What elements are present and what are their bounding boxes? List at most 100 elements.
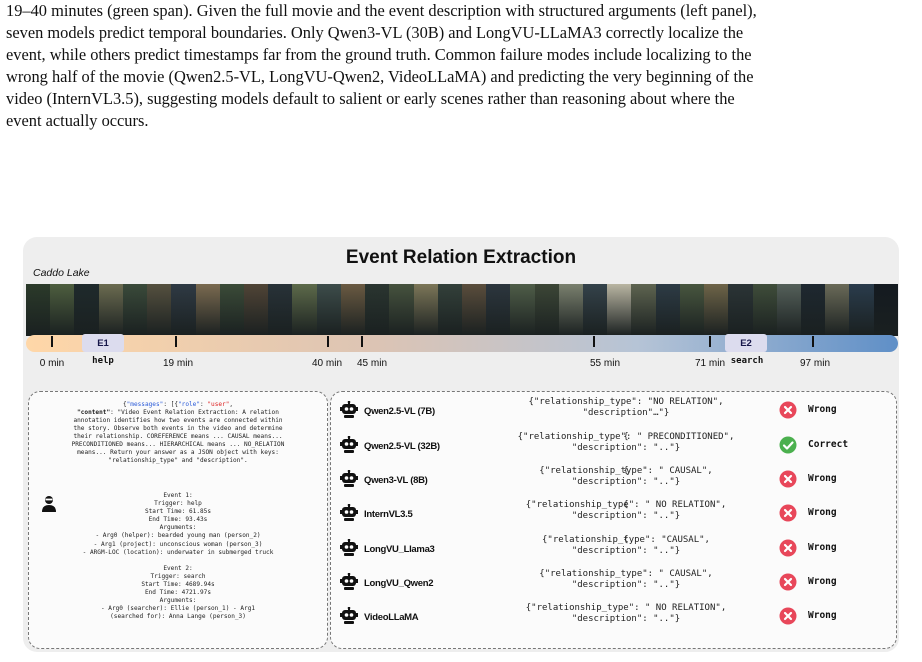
x-circle-icon bbox=[779, 401, 797, 424]
check-circle-icon bbox=[779, 436, 797, 459]
event-2-marker: E2 bbox=[725, 334, 767, 352]
event-line: Arguments: bbox=[159, 524, 197, 532]
film-frame bbox=[50, 284, 75, 336]
event-details: Event 1: Trigger: help Start Time: 61.85… bbox=[37, 492, 319, 621]
robot-icon bbox=[340, 435, 358, 459]
x-circle-icon bbox=[779, 504, 797, 527]
movie-filmstrip bbox=[26, 284, 898, 336]
event-1-label: help bbox=[92, 356, 114, 366]
model-name: InternVL3.5 bbox=[364, 509, 413, 520]
film-frame bbox=[292, 284, 317, 336]
tick-label: 40 min bbox=[311, 358, 343, 369]
content-line: "relationship_type" and "description". bbox=[108, 457, 248, 464]
event-line: Arguments: bbox=[159, 597, 197, 605]
result-label: Wrong bbox=[808, 542, 837, 553]
content-line: means... Return your answer as a JSON ob… bbox=[77, 449, 279, 456]
model-name: LongVU_Qwen2 bbox=[364, 578, 434, 589]
result-label: Wrong bbox=[808, 507, 837, 518]
film-frame bbox=[26, 284, 51, 336]
film-frame bbox=[558, 284, 584, 336]
figure-panel: Event Relation Extraction Caddo Lake E1 … bbox=[23, 237, 899, 652]
result-label: Wrong bbox=[808, 576, 837, 587]
event-line: Start Time: 61.85s bbox=[144, 508, 212, 516]
timeline-tick bbox=[327, 336, 329, 347]
event-line: Start Time: 4689.94s bbox=[141, 580, 215, 588]
event-1-marker: E1 bbox=[82, 334, 124, 352]
event-line: - ARGM-LOC (location): underwater in sub… bbox=[82, 548, 274, 556]
caption-line: 19–40 minutes (green span). Given the fu… bbox=[6, 1, 757, 20]
film-frame bbox=[873, 284, 898, 336]
event-line: - Arg0 (searcher): Ellie (person_1) - Ar… bbox=[100, 605, 256, 613]
model-json-output: {"relationship_type": " PRECONDITIONED",… bbox=[501, 432, 751, 453]
result-label: Wrong bbox=[808, 404, 837, 415]
film-frame bbox=[461, 284, 487, 336]
film-frame bbox=[316, 284, 341, 336]
caption-line: event, while others predict timestamps f… bbox=[6, 45, 752, 64]
model-json-output: {"relationship_type": " NO RELATION", "de… bbox=[501, 500, 751, 521]
model-outputs-panel: Qwen2.5-VL (7B) {"relationship_type": "NO… bbox=[330, 391, 897, 649]
json-line: "description": ".."} bbox=[571, 580, 681, 590]
model-row: LongVU_Qwen2 {"relationship_type": " CAUS… bbox=[331, 569, 896, 604]
event-line: End Time: 93.43s bbox=[148, 516, 208, 524]
event-line: End Time: 4721.97s bbox=[144, 589, 212, 597]
timeline-tick bbox=[361, 336, 363, 347]
event-2-label: search bbox=[730, 356, 764, 366]
model-name: Qwen2.5-VL (32B) bbox=[364, 441, 440, 452]
film-frame bbox=[268, 284, 293, 336]
film-frame bbox=[98, 284, 123, 336]
json-line: "description"…"} bbox=[582, 408, 670, 418]
timeline-bar bbox=[26, 335, 898, 352]
film-frame bbox=[147, 284, 172, 336]
x-circle-icon bbox=[779, 573, 797, 596]
json-line: "description": ".."} bbox=[571, 477, 681, 487]
caption-line: seven models predict temporal boundaries… bbox=[6, 23, 744, 42]
robot-icon bbox=[340, 469, 358, 493]
film-frame bbox=[849, 284, 874, 336]
messages-key: "messages" bbox=[126, 401, 164, 408]
film-frame bbox=[510, 284, 535, 336]
content-line: annotation identifies how two events are… bbox=[73, 417, 283, 424]
model-name: Qwen3-VL (8B) bbox=[364, 475, 428, 486]
model-row: InternVL3.5 {"relationship_type": " NO RE… bbox=[331, 500, 896, 535]
caption-line: event actually occurs. bbox=[6, 111, 149, 130]
model-row: LongVU_Llama3 {"relationship_type": "CAUS… bbox=[331, 535, 896, 570]
film-frame bbox=[171, 284, 196, 336]
film-frame bbox=[122, 284, 148, 336]
film-frame bbox=[607, 284, 632, 336]
role-key: "role" bbox=[178, 401, 201, 408]
event-line: Trigger: search bbox=[150, 572, 206, 580]
film-frame bbox=[486, 284, 511, 336]
role-value: "user" bbox=[207, 401, 230, 408]
content-line: : "Video Event Relation Extraction: A re… bbox=[110, 409, 279, 416]
film-frame bbox=[365, 284, 390, 336]
film-frame bbox=[74, 284, 99, 336]
event-line: - Arg0 (helper): bearded young man (pers… bbox=[95, 532, 261, 540]
caption-line: wrong half of the movie (Qwen2.5-VL, Lon… bbox=[6, 67, 754, 86]
film-frame bbox=[195, 284, 220, 336]
film-frame bbox=[340, 284, 366, 336]
json-line: "description": ".."} bbox=[571, 443, 681, 453]
timeline-tick bbox=[709, 336, 711, 347]
json-line: {"relationship_type": "NO RELATION", bbox=[528, 397, 724, 407]
json-line: "description": ".."} bbox=[571, 511, 681, 521]
film-frame bbox=[704, 284, 729, 336]
x-circle-icon bbox=[779, 607, 797, 630]
tick-label: 97 min bbox=[799, 358, 831, 369]
json-line: "description": ".."} bbox=[571, 614, 681, 624]
model-row: Qwen2.5-VL (32B) {"relationship_type": " … bbox=[331, 432, 896, 467]
model-row: VideoLLaMA {"relationship_type": " NO REL… bbox=[331, 603, 896, 638]
json-line: { bbox=[623, 535, 629, 545]
result-label: Wrong bbox=[808, 610, 837, 621]
content-key: "content" bbox=[77, 409, 111, 416]
model-json-output: {"relationship_type": " NO RELATION", "de… bbox=[501, 603, 751, 624]
model-json-output: {"relationship_type": " CAUSAL", "descrip… bbox=[501, 569, 751, 590]
x-circle-icon bbox=[779, 539, 797, 562]
timeline-tick bbox=[812, 336, 814, 347]
event-line: (searched for): Anna Lange (person_3) bbox=[110, 613, 246, 621]
content-line: the story. Observe both events in the vi… bbox=[73, 425, 283, 432]
film-frame bbox=[825, 284, 850, 336]
robot-icon bbox=[340, 538, 358, 562]
model-json-output: {"relationship_type": " CAUSAL", "descrip… bbox=[501, 466, 751, 487]
film-frame bbox=[413, 284, 438, 336]
figure-title: Event Relation Extraction bbox=[345, 247, 577, 268]
